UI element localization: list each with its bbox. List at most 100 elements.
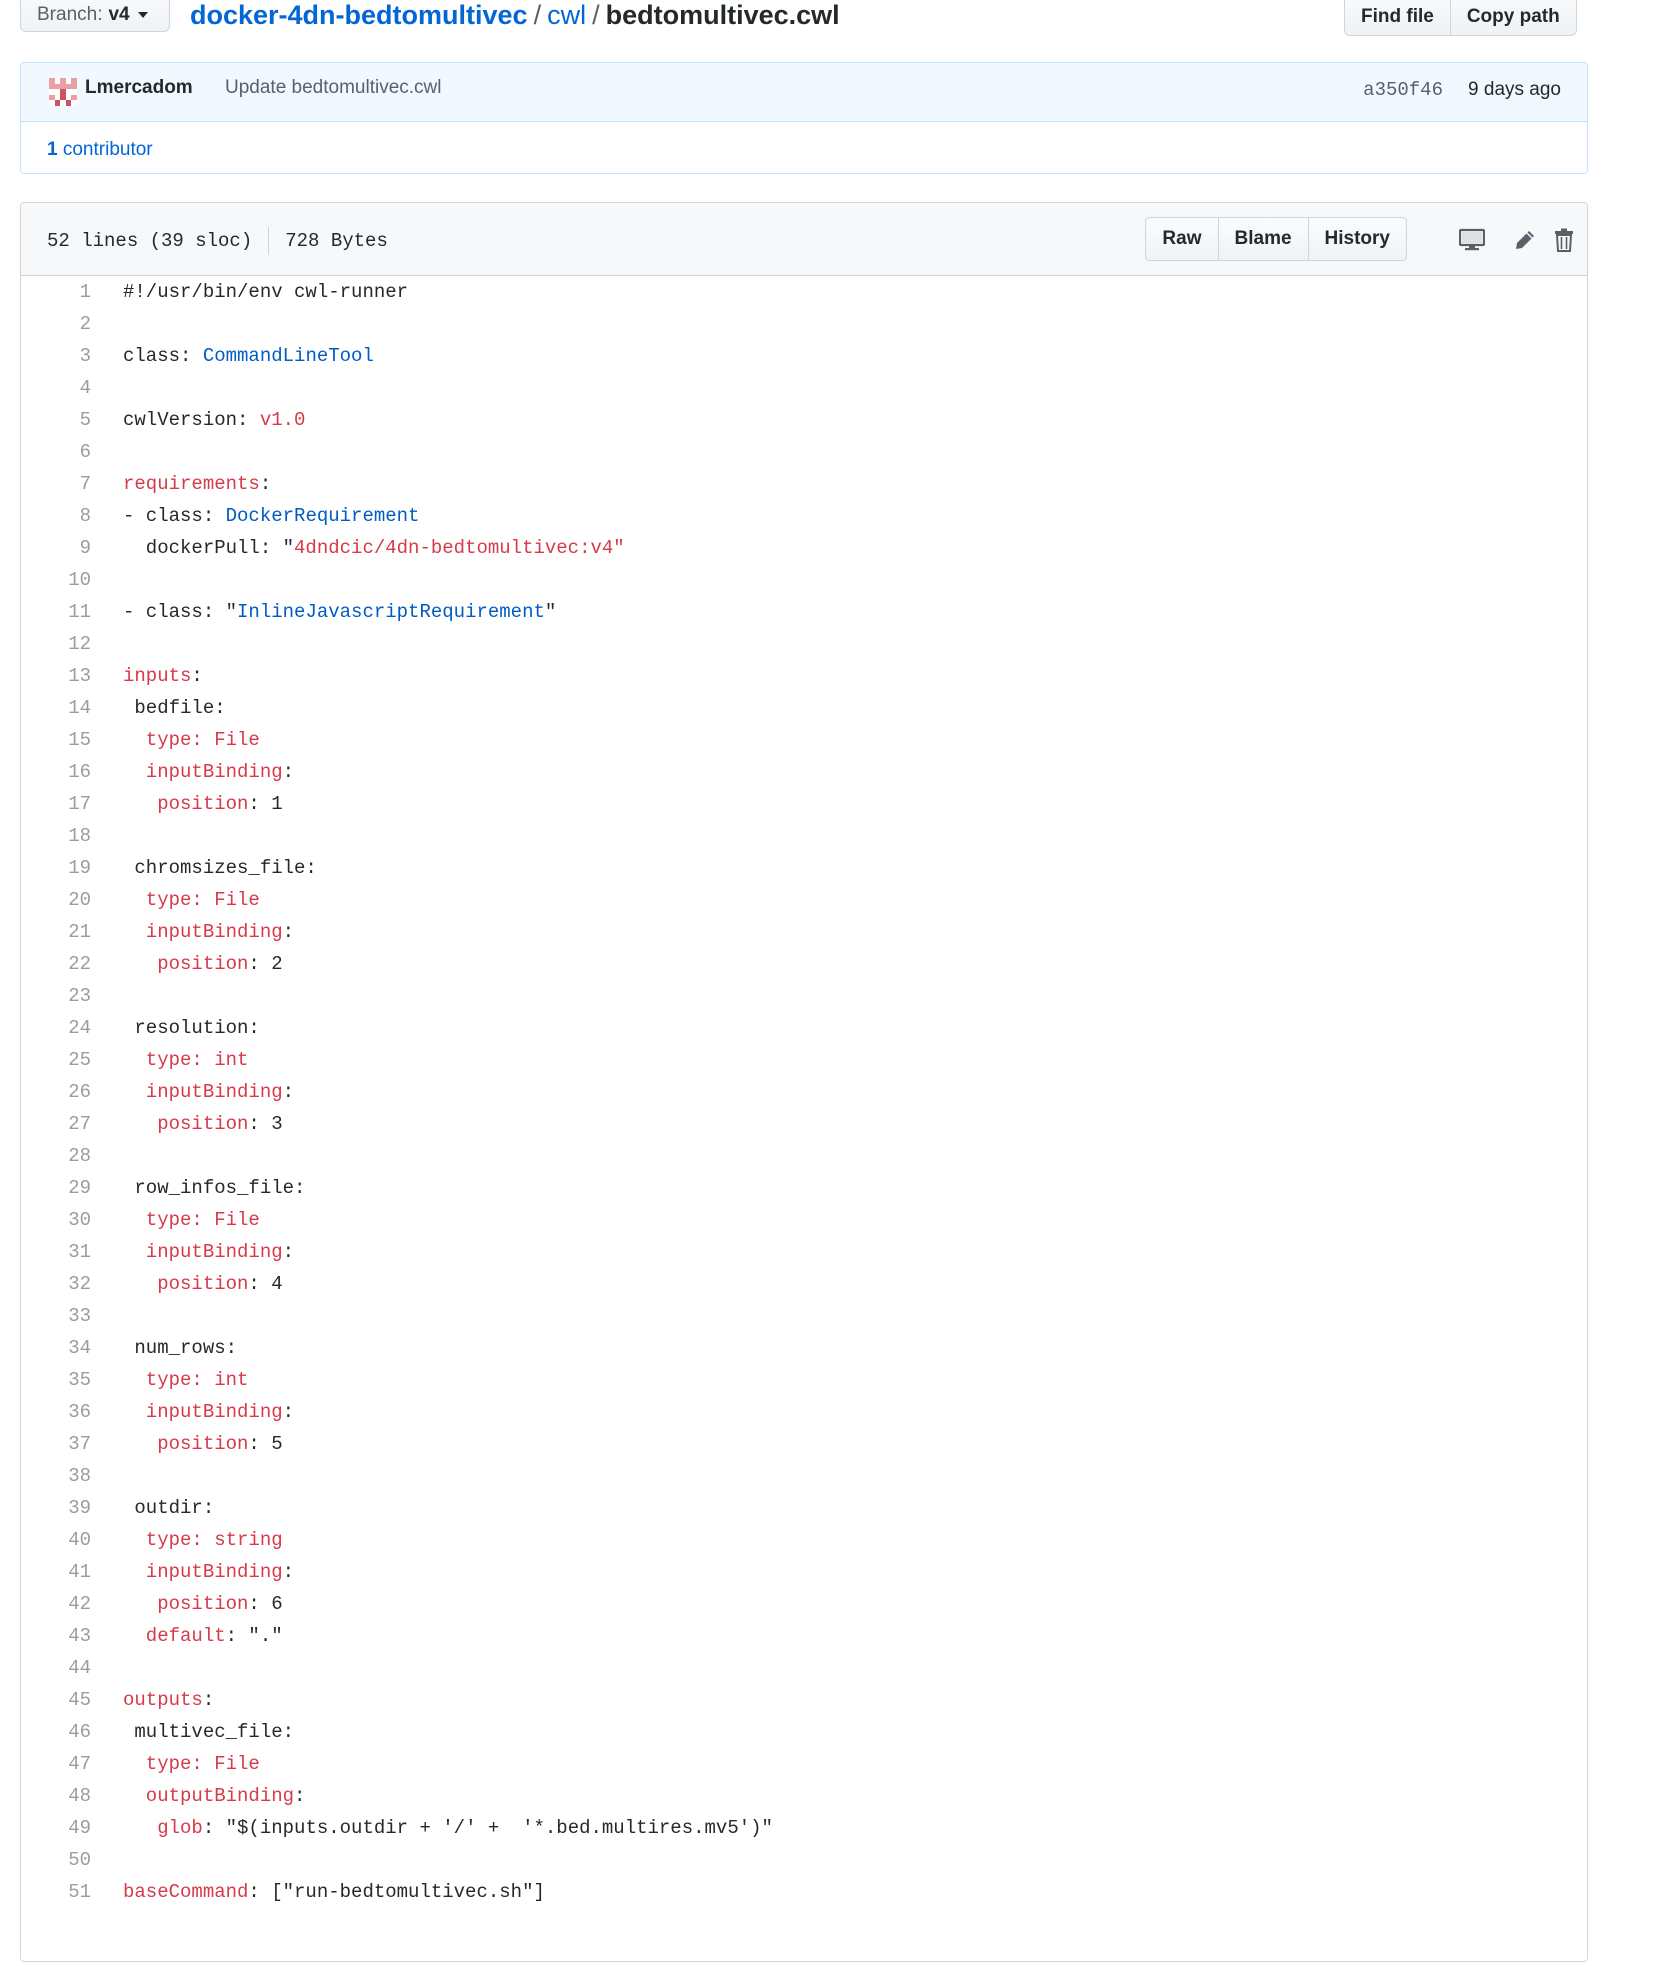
- code-line: 33: [21, 1300, 1587, 1332]
- line-number[interactable]: 2: [21, 308, 91, 340]
- line-number[interactable]: 24: [21, 1012, 91, 1044]
- line-content: dockerPull: "4dndcic/4dn-bedtomultivec:v…: [91, 532, 625, 564]
- line-number[interactable]: 32: [21, 1268, 91, 1300]
- line-number[interactable]: 7: [21, 468, 91, 500]
- line-number[interactable]: 14: [21, 692, 91, 724]
- line-number[interactable]: 33: [21, 1300, 91, 1332]
- line-number[interactable]: 38: [21, 1460, 91, 1492]
- line-content: [91, 1140, 123, 1172]
- line-number[interactable]: 23: [21, 980, 91, 1012]
- line-number[interactable]: 46: [21, 1716, 91, 1748]
- line-number[interactable]: 28: [21, 1140, 91, 1172]
- file-actions: Raw Blame History: [1145, 217, 1407, 261]
- line-number[interactable]: 10: [21, 564, 91, 596]
- line-number[interactable]: 50: [21, 1844, 91, 1876]
- branch-selector[interactable]: Branch: v4: [20, 0, 170, 32]
- code-token: inputBinding: [123, 1081, 283, 1103]
- line-content: [91, 564, 123, 596]
- commit-author-link[interactable]: Lmercadom: [85, 77, 193, 99]
- line-number[interactable]: 6: [21, 436, 91, 468]
- code-token: - class: ": [123, 601, 238, 623]
- line-number[interactable]: 11: [21, 596, 91, 628]
- code-line: 1 #!/usr/bin/env cwl-runner: [21, 276, 1587, 308]
- contributors-link[interactable]: 1 contributor: [47, 139, 153, 161]
- code-token: dockerPull: ": [123, 537, 295, 559]
- line-number[interactable]: 4: [21, 372, 91, 404]
- code-line: 38: [21, 1460, 1587, 1492]
- history-button[interactable]: History: [1308, 217, 1407, 261]
- line-number[interactable]: 27: [21, 1108, 91, 1140]
- line-content: [91, 308, 123, 340]
- line-number[interactable]: 30: [21, 1204, 91, 1236]
- breadcrumb-dir-link[interactable]: cwl: [547, 0, 586, 30]
- line-number[interactable]: 13: [21, 660, 91, 692]
- line-content: position: 1: [91, 788, 282, 820]
- line-number[interactable]: 26: [21, 1076, 91, 1108]
- blame-button[interactable]: Blame: [1218, 217, 1309, 261]
- line-number[interactable]: 45: [21, 1684, 91, 1716]
- line-number[interactable]: 12: [21, 628, 91, 660]
- code-line: 7 requirements:: [21, 468, 1587, 500]
- file-size: 728 Bytes: [285, 230, 388, 252]
- line-number[interactable]: 21: [21, 916, 91, 948]
- line-number[interactable]: 36: [21, 1396, 91, 1428]
- line-number[interactable]: 3: [21, 340, 91, 372]
- line-number[interactable]: 49: [21, 1812, 91, 1844]
- avatar[interactable]: [49, 78, 77, 106]
- code-line: 49 glob: "$(inputs.outdir + '/' + '*.bed…: [21, 1812, 1587, 1844]
- line-number[interactable]: 31: [21, 1236, 91, 1268]
- code-line: 41 inputBinding:: [21, 1556, 1587, 1588]
- line-content: position: 4: [91, 1268, 282, 1300]
- line-number[interactable]: 47: [21, 1748, 91, 1780]
- line-number[interactable]: 41: [21, 1556, 91, 1588]
- line-number[interactable]: 29: [21, 1172, 91, 1204]
- line-number[interactable]: 16: [21, 756, 91, 788]
- line-number[interactable]: 20: [21, 884, 91, 916]
- line-number[interactable]: 17: [21, 788, 91, 820]
- find-file-button[interactable]: Find file: [1344, 0, 1451, 36]
- line-number[interactable]: 9: [21, 532, 91, 564]
- line-number[interactable]: 48: [21, 1780, 91, 1812]
- raw-button[interactable]: Raw: [1145, 217, 1219, 261]
- line-number[interactable]: 22: [21, 948, 91, 980]
- pencil-icon[interactable]: [1508, 223, 1542, 257]
- line-number[interactable]: 5: [21, 404, 91, 436]
- line-number[interactable]: 40: [21, 1524, 91, 1556]
- code-line: 20 type: File: [21, 884, 1587, 916]
- line-content: class: CommandLineTool: [91, 340, 374, 372]
- line-content: [91, 628, 123, 660]
- line-number[interactable]: 1: [21, 276, 91, 308]
- line-number[interactable]: 18: [21, 820, 91, 852]
- code-token: DockerRequirement: [225, 505, 420, 527]
- line-number[interactable]: 15: [21, 724, 91, 756]
- trash-icon[interactable]: [1547, 223, 1581, 257]
- line-number[interactable]: 44: [21, 1652, 91, 1684]
- line-number[interactable]: 42: [21, 1588, 91, 1620]
- line-content: inputBinding:: [91, 1396, 294, 1428]
- commit-message-link[interactable]: Update bedtomultivec.cwl: [225, 77, 442, 99]
- breadcrumb-repo-link[interactable]: docker-4dn-bedtomultivec: [190, 0, 528, 30]
- code-line: 10: [21, 564, 1587, 596]
- desktop-icon[interactable]: [1455, 223, 1489, 257]
- line-content: #!/usr/bin/env cwl-runner: [91, 276, 408, 308]
- line-number[interactable]: 19: [21, 852, 91, 884]
- line-number[interactable]: 25: [21, 1044, 91, 1076]
- commit-sha-link[interactable]: a350f46: [1363, 79, 1443, 101]
- line-number[interactable]: 34: [21, 1332, 91, 1364]
- line-number[interactable]: 8: [21, 500, 91, 532]
- line-number[interactable]: 39: [21, 1492, 91, 1524]
- caret-down-icon: [137, 12, 148, 18]
- code-token: - class:: [123, 505, 226, 527]
- copy-path-button[interactable]: Copy path: [1450, 0, 1577, 36]
- line-number[interactable]: 51: [21, 1876, 91, 1908]
- code-token: position: [123, 1593, 249, 1615]
- line-number[interactable]: 37: [21, 1428, 91, 1460]
- line-content: [91, 372, 123, 404]
- code-token: #!/usr/bin/env cwl-runner: [123, 281, 409, 303]
- breadcrumb-separator: /: [592, 0, 600, 30]
- line-content: inputBinding:: [91, 1236, 294, 1268]
- line-content: inputs:: [91, 660, 203, 692]
- code-token: type: string: [123, 1529, 283, 1551]
- line-number[interactable]: 35: [21, 1364, 91, 1396]
- line-number[interactable]: 43: [21, 1620, 91, 1652]
